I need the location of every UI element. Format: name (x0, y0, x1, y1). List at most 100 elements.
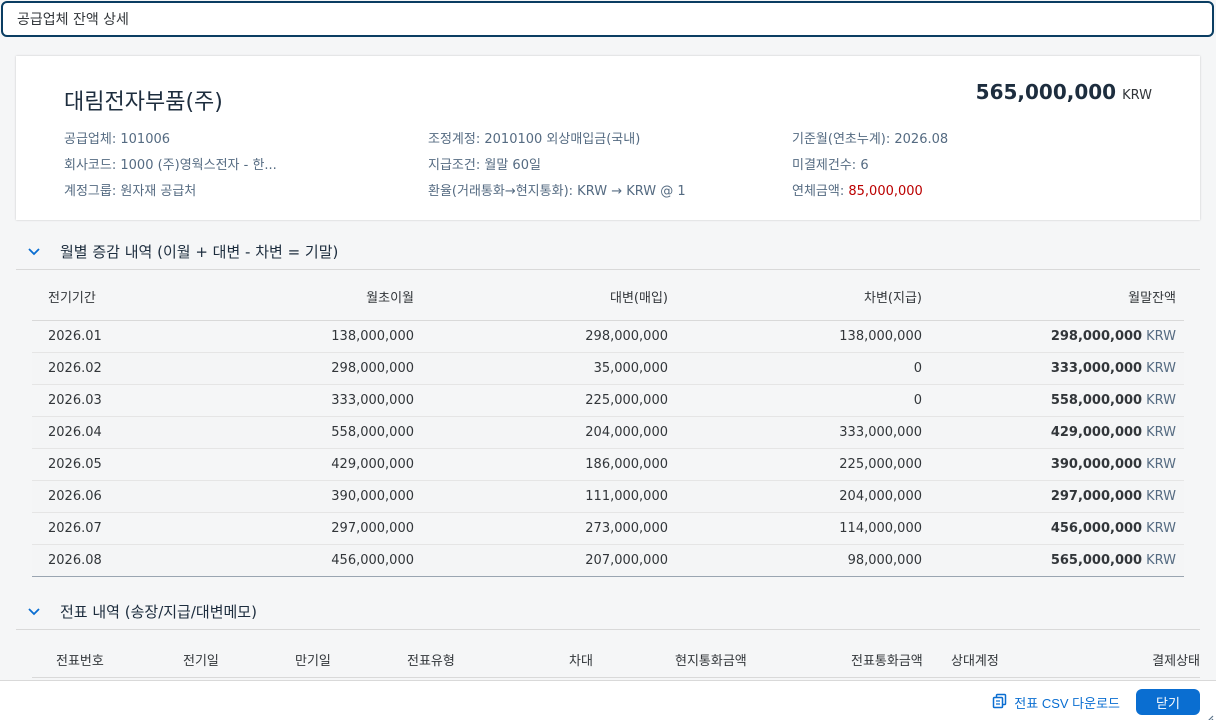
cell-opening: 297,000,000 (192, 512, 422, 545)
supplier-name: 대림전자부품(주) (64, 90, 223, 115)
cell-credit: 207,000,000 (422, 544, 676, 577)
closing-currency: KRW (1146, 424, 1176, 440)
cell-debit: 0 (676, 384, 930, 417)
cell-credit: 186,000,000 (422, 448, 676, 481)
closing-amount: 429,000,000 (1050, 424, 1143, 440)
dialog-footer: 전표 CSV 다운로드 닫기 (0, 680, 1216, 720)
col-period[interactable]: 전기기간 (32, 274, 192, 321)
chevron-down-icon[interactable] (16, 607, 52, 616)
cell-closing: 298,000,000 KRW (930, 320, 1184, 353)
table-row[interactable]: 2026.05 429,000,000 186,000,000 225,000,000… (32, 448, 1184, 481)
attr-account-group: 계정그룹: 원자재 공급처 (64, 184, 197, 199)
closing-currency: KRW (1146, 488, 1176, 504)
cell-credit: 204,000,000 (422, 416, 676, 449)
monthly-header-row: 전기기간 월초이월 대변(매입) 차변(지급) 월말잔액 (32, 274, 1184, 321)
col-dr-cr[interactable]: 차대 (569, 650, 593, 669)
attr-open-items: 미결제건수: 6 (792, 158, 869, 173)
cell-period: 2026.01 (32, 320, 192, 353)
col-doc-number[interactable]: 전표번호 (56, 650, 104, 669)
col-closing[interactable]: 월말잔액 (930, 274, 1184, 321)
table-row[interactable]: 2026.08 456,000,000 207,000,000 98,000,000 5… (32, 544, 1184, 577)
table-row[interactable]: 2026.04 558,000,000 204,000,000 333,000,000… (32, 416, 1184, 449)
documents-table-header: 전표번호 전기일 만기일 전표유형 차대 현지통화금액 전표통화금액 상대계정 … (32, 638, 1200, 678)
cell-period: 2026.08 (32, 544, 192, 577)
cell-period: 2026.06 (32, 480, 192, 513)
cell-opening: 138,000,000 (192, 320, 422, 353)
col-doc-type[interactable]: 전표유형 (407, 650, 455, 669)
cell-opening: 429,000,000 (192, 448, 422, 481)
cell-period: 2026.03 (32, 384, 192, 417)
closing-currency: KRW (1146, 392, 1176, 408)
dialog-title-text: 공급업체 잔액 상세 (17, 12, 129, 28)
col-opening[interactable]: 월초이월 (192, 274, 422, 321)
documents-section-header[interactable]: 전표 내역 (송장/지급/대변메모) (16, 594, 1200, 630)
closing-amount: 565,000,000 (1050, 552, 1143, 568)
cell-debit: 114,000,000 (676, 512, 930, 545)
cell-closing: 429,000,000 KRW (930, 416, 1184, 449)
table-row[interactable]: 2026.03 333,000,000 225,000,000 0 558,000,00… (32, 384, 1184, 417)
attr-base-month: 기준월(연초누계): 2026.08 (792, 132, 949, 147)
cell-period: 2026.04 (32, 416, 192, 449)
attr-payment-terms: 지급조건: 월말 60일 (428, 158, 541, 173)
monthly-section-header[interactable]: 월별 증감 내역 (이월 + 대변 - 차변 = 기말) (16, 234, 1200, 270)
closing-currency: KRW (1146, 360, 1176, 376)
cell-period: 2026.07 (32, 512, 192, 545)
cell-opening: 333,000,000 (192, 384, 422, 417)
attr-recon-account: 조정계정: 2010100 외상매입금(국내) (428, 132, 641, 147)
overdue-value: 85,000,000 (848, 184, 923, 199)
dialog-title: 공급업체 잔액 상세 (1, 1, 1214, 37)
attr-exchange-rate: 환율(거래통화→현지통화): KRW → KRW @ 1 (428, 184, 686, 199)
closing-amount: 298,000,000 (1050, 328, 1143, 344)
cell-credit: 273,000,000 (422, 512, 676, 545)
cell-opening: 298,000,000 (192, 352, 422, 385)
cell-closing: 390,000,000 KRW (930, 448, 1184, 481)
cell-credit: 35,000,000 (422, 352, 676, 385)
documents-section-title: 전표 내역 (송장/지급/대변메모) (60, 603, 257, 621)
cell-debit: 333,000,000 (676, 416, 930, 449)
table-row[interactable]: 2026.06 390,000,000 111,000,000 204,000,000… (32, 480, 1184, 513)
col-local-amount[interactable]: 현지통화금액 (675, 650, 747, 669)
closing-amount: 297,000,000 (1050, 488, 1143, 504)
cell-closing: 297,000,000 KRW (930, 480, 1184, 513)
closing-currency: KRW (1146, 456, 1176, 472)
closing-amount: 456,000,000 (1050, 520, 1143, 536)
col-doc-amount[interactable]: 전표통화금액 (851, 650, 923, 669)
table-row[interactable]: 2026.01 138,000,000 298,000,000 138,000,000… (32, 320, 1184, 353)
col-credit[interactable]: 대변(매입) (422, 274, 676, 321)
cell-debit: 0 (676, 352, 930, 385)
close-button[interactable]: 닫기 (1136, 689, 1200, 715)
csv-download-button[interactable]: 전표 CSV 다운로드 (992, 690, 1120, 714)
closing-currency: KRW (1146, 328, 1176, 344)
resize-handle-icon[interactable] (1204, 708, 1214, 720)
supplier-header-card: 대림전자부품(주) 565,000,000 KRW 공급업체: 101006 회… (16, 56, 1200, 220)
attr-overdue-amount: 연체금액: 85,000,000 (792, 184, 923, 199)
cell-credit: 111,000,000 (422, 480, 676, 513)
cell-debit: 204,000,000 (676, 480, 930, 513)
closing-amount: 333,000,000 (1050, 360, 1143, 376)
table-row[interactable]: 2026.07 297,000,000 273,000,000 114,000,000… (32, 512, 1184, 545)
cell-period: 2026.02 (32, 352, 192, 385)
closing-currency: KRW (1146, 552, 1176, 568)
chevron-down-icon[interactable] (16, 247, 52, 256)
cell-debit: 225,000,000 (676, 448, 930, 481)
col-debit[interactable]: 차변(지급) (676, 274, 930, 321)
col-posting-date[interactable]: 전기일 (183, 650, 219, 669)
balance-summary: 565,000,000 KRW (976, 80, 1152, 104)
col-offset-account[interactable]: 상대계정 (951, 650, 999, 669)
cell-closing: 333,000,000 KRW (930, 352, 1184, 385)
table-row[interactable]: 2026.02 298,000,000 35,000,000 0 333,000,000… (32, 352, 1184, 385)
csv-download-label: 전표 CSV 다운로드 (1014, 695, 1120, 711)
balance-currency: KRW (1122, 88, 1152, 103)
col-due-date[interactable]: 만기일 (295, 650, 331, 669)
col-clearing-status[interactable]: 결제상태 (1152, 650, 1200, 669)
cell-debit: 138,000,000 (676, 320, 930, 353)
closing-currency: KRW (1146, 520, 1176, 536)
attr-company-code: 회사코드: 1000 (주)영웍스전자 - 한... (64, 158, 277, 173)
cell-debit: 98,000,000 (676, 544, 930, 577)
cell-credit: 298,000,000 (422, 320, 676, 353)
cell-opening: 390,000,000 (192, 480, 422, 513)
cell-closing: 456,000,000 KRW (930, 512, 1184, 545)
balance-amount: 565,000,000 (975, 80, 1117, 104)
cell-closing: 558,000,000 KRW (930, 384, 1184, 417)
closing-amount: 558,000,000 (1050, 392, 1143, 408)
